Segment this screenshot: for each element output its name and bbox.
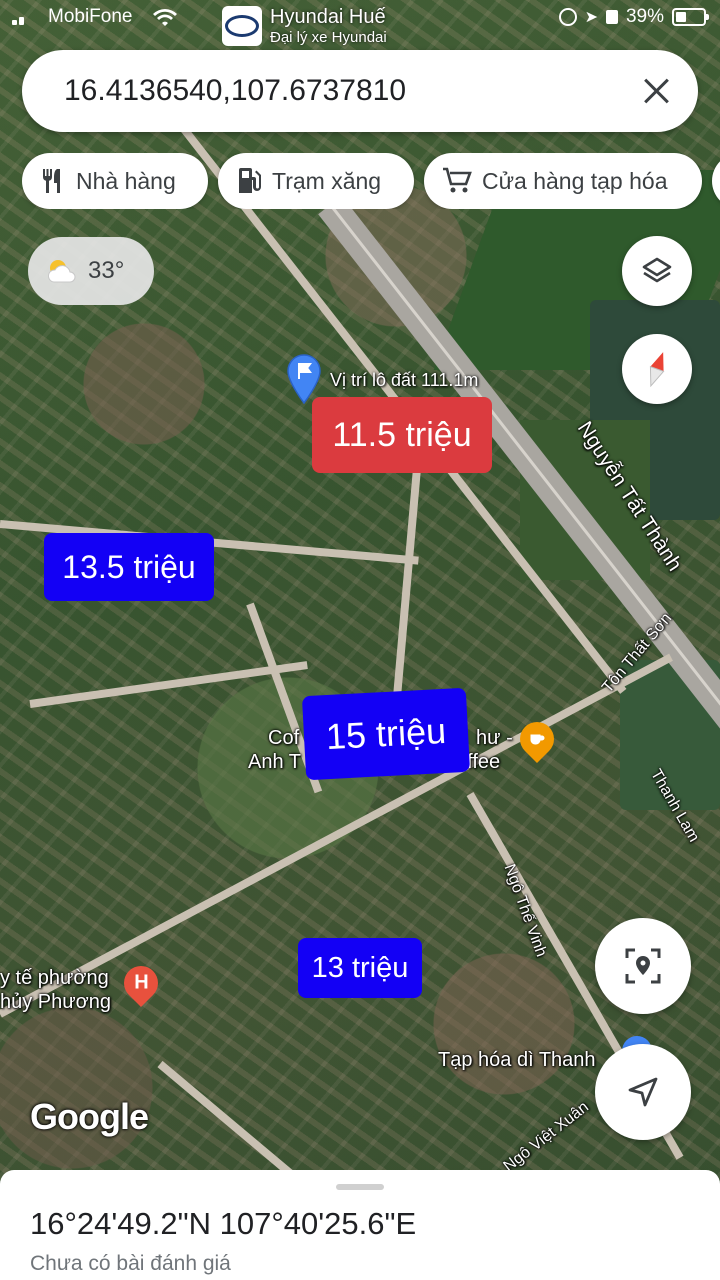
compass-button[interactable]	[622, 334, 692, 404]
dealer-poi[interactable]: Hyundai Huế Đại lý xe Hyundai	[222, 6, 387, 46]
my-location-button[interactable]	[595, 1044, 691, 1140]
poi-label-line: hủy Phương	[0, 991, 112, 1013]
chip-label: Nhà hàng	[76, 167, 176, 194]
pin-label[interactable]: Vị trí lô đất 111.1m	[330, 370, 478, 391]
signal-icon	[12, 11, 40, 25]
chip-gas-stations[interactable]: Trạm xăng	[218, 153, 414, 209]
poi-label-coffee-left[interactable]: Cof Anh T	[248, 726, 301, 774]
poi-label-grocery[interactable]: Tạp hóa dì Thanh	[438, 1048, 596, 1072]
partly-sunny-icon	[48, 260, 76, 283]
coordinates: 16°24'49.2"N 107°40'25.6"E	[30, 1206, 417, 1241]
status-right: ➤ 39%	[558, 6, 709, 28]
poi-label-line: Anh T	[248, 751, 301, 773]
battery-percent: 39%	[625, 6, 664, 27]
location-arrow-icon: ➤	[584, 9, 598, 26]
chip-more[interactable]	[712, 153, 720, 209]
layers-icon	[642, 257, 672, 283]
chip-label: Cửa hàng tạp hóa	[482, 167, 668, 194]
google-logo: Google	[30, 1096, 149, 1137]
chip-grocery[interactable]: Cửa hàng tạp hóa	[424, 153, 702, 209]
price-tag-15[interactable]: 15 triệu	[301, 687, 471, 781]
compass-icon	[649, 352, 665, 388]
chip-label: Trạm xăng	[272, 167, 382, 194]
street-view-button[interactable]	[595, 918, 691, 1014]
alarm-icon	[558, 8, 577, 26]
price-tag-13-5[interactable]: 13.5 triệu	[44, 533, 214, 601]
price-tag-11-5[interactable]: 11.5 triệu	[312, 397, 492, 473]
navigation-arrow-icon	[628, 1077, 658, 1107]
poi-label-clinic[interactable]: y tế phường hủy Phương	[0, 966, 111, 1014]
orientation-lock-icon	[605, 10, 618, 24]
price-tag-13[interactable]: 13 triệu	[298, 938, 422, 998]
cup-icon	[530, 734, 545, 745]
poi-label-line: hư -	[476, 727, 513, 749]
temperature: 33°	[88, 257, 125, 284]
reviews-status: Chưa có bài đánh giá	[30, 1252, 231, 1275]
poi-label-coffee-right[interactable]: hư - offee	[456, 726, 513, 774]
hospital-letter: H	[133, 971, 149, 994]
chip-restaurants[interactable]: Nhà hàng	[22, 153, 208, 209]
wifi-icon	[153, 9, 177, 26]
dealer-name: Hyundai Huế	[270, 6, 386, 28]
street-view-icon	[625, 948, 661, 984]
search-input[interactable]: 16.4136540,107.6737810	[64, 74, 406, 108]
fork-knife-icon	[43, 169, 60, 193]
bottom-sheet[interactable]: 16°24'49.2"N 107°40'25.6"E Chưa có bài đ…	[0, 1170, 720, 1280]
road	[29, 661, 308, 708]
poi-label-line: Cof	[268, 727, 300, 749]
category-chips: Nhà hàng Trạm xăng Cửa hàng tạp hóa	[22, 153, 720, 209]
shopping-cart-icon	[443, 167, 472, 193]
close-icon[interactable]	[636, 71, 676, 111]
poi-label-line: y tế phường	[0, 967, 109, 989]
street-label-ngo-viet-xuan: Ngô Việt Xuân	[500, 1098, 593, 1176]
carrier-name: MobiFone	[48, 6, 133, 27]
dealer-subtitle: Đại lý xe Hyundai	[270, 29, 387, 46]
road	[389, 433, 424, 734]
drag-handle[interactable]	[336, 1184, 384, 1190]
hospital-pin-icon[interactable]: H	[116, 958, 166, 1008]
hyundai-logo-icon	[222, 6, 262, 46]
weather-widget[interactable]: 33°	[28, 237, 154, 305]
battery-icon	[672, 8, 709, 26]
layers-button[interactable]	[622, 236, 692, 306]
gas-station-icon	[239, 168, 261, 193]
search-bar[interactable]: 16.4136540,107.6737810	[22, 50, 698, 132]
